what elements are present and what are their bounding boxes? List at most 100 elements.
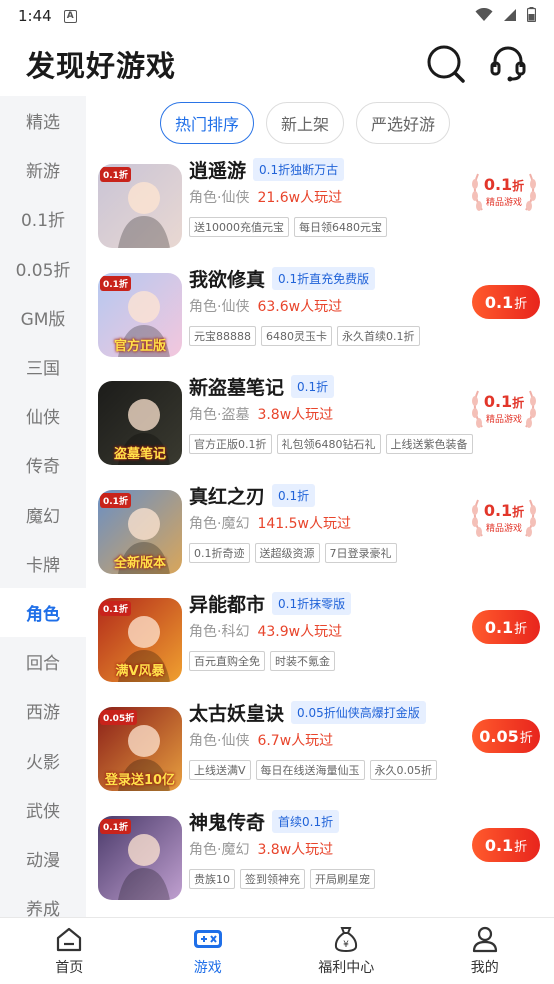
category-sidebar: 精选 新游 0.1折 0.05折 GM版 三国 仙侠 传奇 魔幻 卡牌 角色 回合 西游 火影 武侠 动漫 养成: [0, 96, 86, 917]
discount-button[interactable]: 0.1 折: [472, 285, 540, 319]
tab-new-release[interactable]: 新上架: [266, 102, 345, 144]
feature-tag: 永久0.05折: [369, 760, 438, 780]
game-list-item[interactable]: 0.1折 满V风暴 异能都市 0.1折抹零版 角色·科幻 43.9w人玩过 百元直购全免 时装…: [98, 588, 550, 688]
sidebar-item[interactable]: 0.05折: [0, 244, 86, 293]
sidebar-item[interactable]: 西游: [0, 686, 86, 735]
quality-stamp: 0.1折 精品游戏: [468, 492, 540, 542]
game-icon[interactable]: 0.1折 官方正版: [98, 273, 182, 357]
promo-badge: 0.1折直充免费版: [272, 266, 376, 290]
icon-caption: 官方正版: [113, 339, 166, 354]
sidebar-item[interactable]: 卡牌: [0, 539, 86, 588]
home-icon: [57, 927, 82, 952]
game-name[interactable]: 我欲修真: [189, 265, 265, 292]
game-category: 角色·仙侠: [189, 733, 250, 749]
feature-tag: 永久首续0.1折: [337, 326, 420, 346]
icon-caption: 登录送10亿: [104, 773, 176, 788]
icon-badge: 0.05折: [100, 710, 138, 725]
sidebar-item[interactable]: 回合: [0, 637, 86, 686]
play-count: 3.8w人玩过: [257, 407, 334, 423]
feature-tag: 送超级资源: [254, 543, 320, 563]
nav-games-label: 游戏: [193, 960, 222, 976]
game-icon[interactable]: 0.1折: [98, 816, 182, 900]
stamp-subtitle: 精品游戏: [485, 414, 522, 425]
search-icon: [427, 45, 465, 83]
sidebar-item[interactable]: 精选: [0, 96, 86, 145]
game-icon[interactable]: 0.1折满V风暴: [98, 598, 182, 682]
customer-service-button[interactable]: [488, 44, 528, 84]
feature-tag: 7日登录豪礼: [324, 543, 397, 563]
stamp-value: 0.1: [483, 391, 513, 411]
game-list-item[interactable]: 0.1折 全新版本 真红之刃 0.1折 角色·魔幻 141.5w人玩过 0.1折奇迹 送超级资…: [98, 480, 550, 580]
sidebar-item[interactable]: GM版: [0, 293, 86, 342]
game-list-item[interactable]: 0.1折 官方正版 我欲修真 0.1折直充免费版 角色·仙侠 63.6w人玩过 元宝8888…: [98, 263, 550, 363]
game-category: 角色·盗墓: [189, 407, 250, 423]
game-name[interactable]: 新盗墓笔记: [189, 373, 284, 400]
game-name[interactable]: 真红之刃: [189, 482, 265, 509]
feature-tag: 贵族10: [189, 869, 235, 889]
tab-hot-sort[interactable]: 热门排序: [160, 102, 255, 144]
quality-stamp: 0.1折 精品游戏: [468, 166, 540, 216]
nav-games[interactable]: 游戏: [139, 918, 278, 984]
feature-tag: 0.1折奇迹: [189, 543, 250, 563]
sidebar-item[interactable]: 仙侠: [0, 391, 86, 440]
game-name[interactable]: 异能都市: [189, 590, 265, 617]
sidebar-item[interactable]: 新游: [0, 145, 86, 194]
signal-icon: [503, 7, 517, 26]
sidebar-item[interactable]: 角色: [0, 587, 86, 638]
game-list-item[interactable]: 0.1折 逍遥游 0.1折独断万古 角色·仙侠 21.6w人玩过 送10000充值元宝 每日…: [98, 154, 550, 254]
discount-button[interactable]: 0.1 折: [472, 610, 540, 644]
stamp-value: 0.1: [483, 500, 513, 520]
sidebar-item[interactable]: 0.1折: [0, 194, 86, 243]
game-name[interactable]: 太古妖皇诀: [189, 699, 284, 726]
game-name[interactable]: 逍遥游: [189, 156, 246, 183]
page-header: 发现好游戏: [0, 32, 554, 96]
icon-caption: 盗墓笔记: [113, 447, 166, 462]
promo-badge: 首续0.1折: [272, 809, 340, 833]
nav-welfare-label: 福利中心: [318, 960, 375, 976]
money-bag-icon: ¥: [335, 927, 358, 953]
stamp-value: 0.1: [483, 174, 513, 194]
feature-tag: 上线送紫色装备: [385, 434, 473, 454]
stamp-unit: 折: [512, 178, 525, 193]
discount-unit: 折: [519, 730, 533, 746]
nav-welfare[interactable]: ¥ 福利中心: [277, 918, 416, 984]
feature-tag: 送10000充值元宝: [189, 217, 289, 237]
game-list-item[interactable]: 0.1折 神鬼传奇 首续0.1折 角色·魔幻 3.8w人玩过 贵族10 签到领神充 开局刷星宠…: [98, 806, 550, 906]
game-icon[interactable]: 0.1折: [98, 164, 182, 248]
sidebar-item[interactable]: 武侠: [0, 785, 86, 834]
feature-tag: 每日领6480元宝: [294, 217, 387, 237]
tab-curated[interactable]: 严选好游: [356, 102, 451, 144]
search-button[interactable]: [426, 44, 466, 84]
discount-button[interactable]: 0.1 折: [472, 828, 540, 862]
nav-home[interactable]: 首页: [0, 918, 139, 984]
icon-caption: 满V风暴: [115, 664, 165, 679]
game-icon[interactable]: 0.05折登录送10亿: [98, 707, 182, 791]
sidebar-item[interactable]: 火影: [0, 735, 86, 784]
status-bar: 1:44 A: [0, 0, 554, 32]
sidebar-item[interactable]: 动漫: [0, 834, 86, 883]
game-icon[interactable]: 0.1折 全新版本: [98, 490, 182, 574]
icon-badge: 0.1折: [100, 601, 131, 616]
discount-unit: 折: [514, 621, 528, 637]
feature-tag: 时装不氪金: [270, 651, 335, 671]
sidebar-item[interactable]: 养成: [0, 883, 86, 917]
promo-badge: 0.1折抹零版: [272, 591, 352, 615]
game-name[interactable]: 神鬼传奇: [189, 808, 265, 835]
sidebar-item[interactable]: 魔幻: [0, 490, 86, 539]
sidebar-item[interactable]: 传奇: [0, 440, 86, 489]
game-category: 角色·魔幻: [189, 842, 250, 858]
game-list-item[interactable]: 盗墓笔记 新盗墓笔记 0.1折 角色·盗墓 3.8w人玩过 官方正版0.1折 礼包领6480…: [98, 371, 550, 471]
feature-tag: 百元直购全免: [189, 651, 265, 671]
game-list-item[interactable]: 0.05折 登录送10亿 太古妖皇诀 0.05折仙侠高爆打金版 角色·仙侠 6.7w人玩过…: [98, 697, 550, 797]
stamp-subtitle: 精品游戏: [485, 523, 522, 534]
game-category: 角色·仙侠: [189, 190, 250, 206]
sidebar-item[interactable]: 三国: [0, 342, 86, 391]
discount-button[interactable]: 0.05 折: [472, 719, 540, 753]
promo-badge: 0.1折独断万古: [253, 157, 345, 181]
feature-tag: 上线送满V: [189, 760, 251, 780]
sort-tabs: 热门排序 新上架 严选好游: [86, 96, 554, 154]
status-time: 1:44: [18, 7, 52, 25]
nav-mine[interactable]: 我的: [416, 918, 554, 984]
feature-tag: 每日在线送海量仙玉: [255, 760, 365, 780]
game-icon[interactable]: 盗墓笔记: [98, 381, 182, 465]
